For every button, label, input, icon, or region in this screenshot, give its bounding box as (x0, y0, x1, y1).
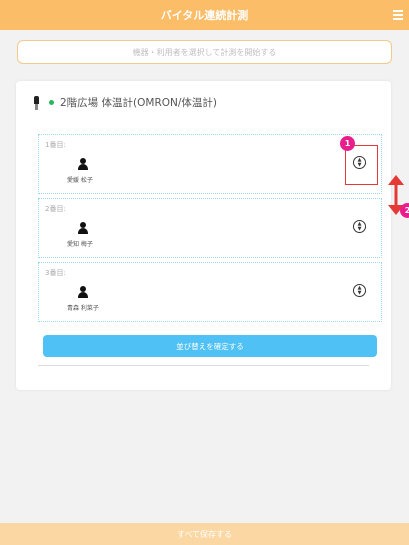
annotation-highlight-box (345, 145, 378, 185)
person-icon (78, 222, 88, 235)
hamburger-menu-icon[interactable] (393, 10, 403, 20)
slot-label: 1番目: (45, 141, 66, 149)
person-icon (78, 158, 88, 171)
reorder-handle-icon[interactable]: ▲ ▼ (353, 284, 366, 297)
thermometer-icon (34, 95, 39, 110)
person-name: 青森 利菜子 (67, 305, 99, 312)
annotation-badge-2: 2 (400, 203, 409, 218)
device-row: 2階広場 体温計(OMRON/体温計) (34, 95, 217, 110)
slot-label: 2番目: (45, 205, 66, 213)
app-header: バイタル連続計測 (0, 0, 409, 30)
order-slot-1[interactable]: 1番目: 愛媛 松子 ▲ ▼ (38, 134, 382, 194)
page-title: バイタル連続計測 (160, 9, 249, 22)
save-all-button[interactable]: すべて保存する (0, 523, 409, 545)
person-name: 愛媛 松子 (67, 177, 93, 184)
slot-label: 3番目: (45, 269, 66, 277)
order-slot-3[interactable]: 3番目: 青森 利菜子 ▲ ▼ (38, 262, 382, 322)
status-dot-icon (49, 100, 54, 105)
save-all-label: すべて保存する (176, 529, 233, 539)
select-device-user-notice[interactable]: 機器・利用者を選択して計測を開始する (17, 40, 392, 64)
device-name: 2階広場 体温計(OMRON/体温計) (60, 97, 217, 109)
person-name: 愛知 梅子 (67, 241, 93, 248)
order-slot-2[interactable]: 2番目: 愛知 梅子 ▲ ▼ (38, 198, 382, 258)
notice-text: 機器・利用者を選択して計測を開始する (132, 47, 277, 57)
confirm-order-button[interactable]: 並び替えを確定する (43, 335, 377, 357)
divider (38, 365, 369, 366)
annotation-badge-1: 1 (340, 136, 355, 151)
reorder-handle-icon[interactable]: ▲ ▼ (353, 220, 366, 233)
confirm-order-label: 並び替えを確定する (176, 341, 244, 351)
person-icon (78, 286, 88, 299)
